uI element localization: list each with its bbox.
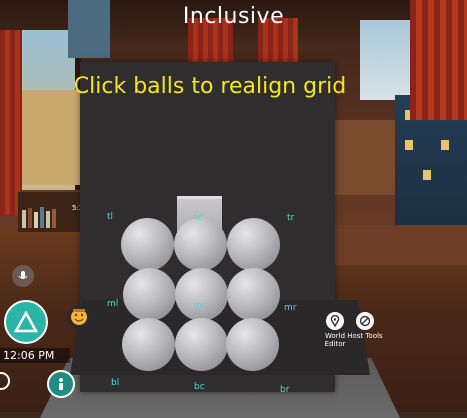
left-curtain xyxy=(0,30,22,215)
host-tools-icon xyxy=(356,312,374,330)
microphone-icon[interactable] xyxy=(12,265,34,287)
ball-tr[interactable] xyxy=(227,218,280,271)
location-pin-icon xyxy=(326,312,344,330)
ball-mr[interactable] xyxy=(227,268,280,321)
label-mr: mr xyxy=(284,303,297,313)
rug xyxy=(330,225,467,265)
ball-mc[interactable] xyxy=(175,268,228,321)
clock-time: 12:06 PM xyxy=(0,348,70,363)
ball-br[interactable] xyxy=(226,318,279,371)
label-br: br xyxy=(280,385,290,395)
ball-tc[interactable] xyxy=(174,218,227,271)
ball-bc[interactable] xyxy=(175,318,228,371)
bookshelf xyxy=(18,192,80,232)
label-ml: ml xyxy=(107,299,119,309)
emoji-avatar-icon[interactable] xyxy=(67,305,91,329)
rec-room-logo-icon[interactable] xyxy=(4,300,48,344)
ball-tl[interactable] xyxy=(121,218,174,271)
label-mc: mc xyxy=(193,301,207,311)
room-title: Inclusive xyxy=(182,4,285,29)
host-tools-label: Host Tools xyxy=(347,332,383,340)
ball-bl[interactable] xyxy=(122,318,175,371)
ball-ml[interactable] xyxy=(123,268,176,321)
label-tl: tl xyxy=(107,212,114,222)
instruction-text: Click balls to realign grid xyxy=(73,74,347,99)
host-tools-button[interactable]: Host Tools xyxy=(345,312,385,340)
label-bl: bl xyxy=(111,378,120,388)
label-tc: tc xyxy=(194,213,203,223)
body-icon[interactable] xyxy=(47,370,75,398)
label-bc: bc xyxy=(194,382,205,392)
label-tr: tr xyxy=(287,213,295,223)
left-storefront xyxy=(20,90,80,185)
